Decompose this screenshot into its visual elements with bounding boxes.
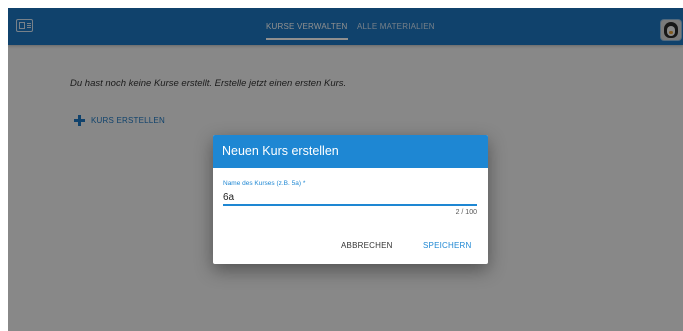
course-name-label: Name des Kurses (z.B. 5a) * xyxy=(223,180,306,187)
cancel-button[interactable]: ABBRECHEN xyxy=(341,241,393,250)
input-underline xyxy=(223,204,477,206)
app-frame: KURSE VERWALTEN ALLE MATERIALIEN Du hast… xyxy=(8,8,683,331)
save-button[interactable]: SPEICHERN xyxy=(423,241,471,250)
create-course-dialog: Neuen Kurs erstellen Name des Kurses (z.… xyxy=(213,135,488,264)
character-counter: 2 / 100 xyxy=(455,209,477,216)
dialog-header: Neuen Kurs erstellen xyxy=(213,135,488,168)
course-name-input[interactable] xyxy=(223,190,477,204)
dialog-title: Neuen Kurs erstellen xyxy=(222,144,339,158)
